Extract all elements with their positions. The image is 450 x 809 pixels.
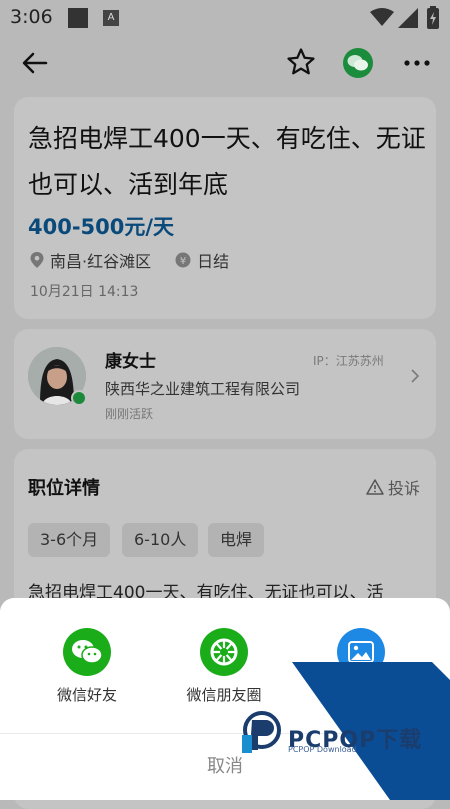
warning-icon [366,479,384,495]
job-salary: 400-500元/天 [28,215,175,239]
location-pin-icon [30,252,44,268]
star-icon [287,48,315,75]
recruiter-activity: 刚刚活跃 [105,407,154,421]
share-wechat-friend-button[interactable]: 微信好友 [32,628,142,705]
notification-a-icon: A [103,10,119,26]
tag-headcount: 6-10人 [122,523,199,557]
recruiter-company: 陕西华之业建筑工程有限公司 [105,380,301,398]
status-bar: 3:06 A [0,0,450,36]
online-status-dot [71,390,87,406]
signal-icon [398,8,418,28]
recruiter-ip: IP：江苏苏州 [313,354,384,368]
back-button[interactable] [18,46,52,80]
job-meta: 南昌·红谷滩区 ¥ 日结 [30,248,229,272]
job-post-date: 10月21日 14:13 [30,284,139,300]
report-label: 投诉 [388,479,421,498]
share-moments-button[interactable]: 微信朋友圈 [169,628,279,705]
job-title: 急招电焊工400一天、有吃住、无证也可以、活到年底 [28,124,426,199]
favorite-button[interactable] [285,46,317,78]
recruiter-name: 康女士 [105,352,156,372]
more-dots-icon [404,60,430,66]
status-time: 3:06 [10,6,53,28]
job-pay-cycle: 日结 [197,252,230,271]
more-options-button[interactable] [397,48,437,78]
watermark-sub: PCPOP Download [288,745,357,754]
cancel-button[interactable]: 取消 [0,752,450,778]
section-title: 职位详情 [28,478,100,499]
notification-square-icon [68,8,88,28]
yen-coin-icon: ¥ [175,252,191,268]
wechat-icon [347,55,368,71]
share-label-moments: 微信朋友圈 [186,686,262,704]
chevron-right-icon [410,368,420,388]
report-button[interactable]: 投诉 [366,475,420,499]
wechat-friend-icon [63,628,111,676]
share-label-wechat-friend: 微信好友 [56,686,117,704]
moments-icon [200,628,248,676]
save-image-button[interactable] [306,628,416,684]
wifi-icon [370,8,394,26]
tag-duration: 3-6个月 [28,523,111,557]
tag-skill: 电焊 [208,523,265,557]
job-location: 南昌·红谷滩区 [50,252,152,271]
save-image-icon [337,628,385,676]
arrow-left-icon [22,52,48,74]
wechat-share-button[interactable] [343,48,373,78]
svg-text:¥: ¥ [180,256,186,267]
battery-icon [427,6,439,29]
